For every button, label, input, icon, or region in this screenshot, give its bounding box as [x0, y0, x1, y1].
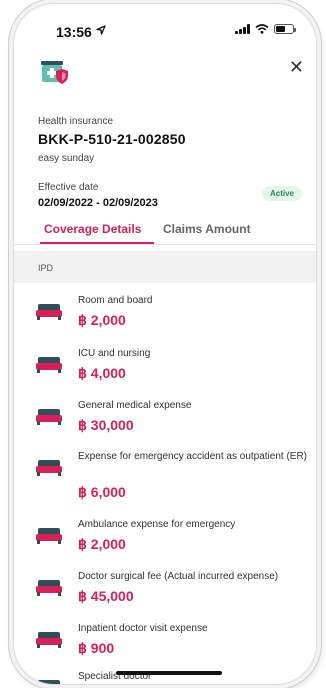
status-time: 13:56: [56, 24, 92, 40]
section-label: IPD: [38, 263, 54, 273]
hospital-bed-icon: [36, 460, 62, 476]
policy-number: BKK-P-510-21-002850: [38, 131, 186, 147]
coverage-amount: ฿ 30,000: [78, 417, 134, 433]
status-indicators: [235, 24, 296, 34]
effective-date-label: Effective date: [38, 182, 99, 193]
close-icon[interactable]: ✕: [289, 58, 304, 76]
effective-dates: 02/09/2022 - 02/09/2023: [38, 197, 158, 209]
location-arrow-icon: [96, 25, 106, 35]
tab-coverage-details[interactable]: Coverage Details: [44, 222, 141, 236]
phone-frame: 13:56 ✕ Health insurance BKK-P-510-21-00…: [14, 4, 316, 684]
coverage-title: ICU and nursing: [78, 348, 151, 359]
coverage-title: Expense for emergency accident as outpat…: [78, 451, 308, 462]
coverage-title: Ambulance expense for emergency: [78, 519, 236, 530]
hospital-bed-icon: [36, 409, 62, 425]
status-badge: Active: [261, 186, 302, 201]
status-bar: 13:56: [14, 4, 316, 48]
coverage-amount: ฿ 2,000: [78, 312, 126, 328]
coverage-amount: ฿ 4,000: [78, 365, 126, 381]
hospital-bed-icon: [38, 680, 60, 684]
hospital-bed-icon: [36, 304, 62, 320]
wifi-icon: [255, 24, 269, 34]
battery-icon: [274, 24, 296, 34]
hospital-bed-icon: [36, 528, 62, 544]
coverage-title: Inpatient doctor visit expense: [78, 623, 208, 634]
tab-divider: [14, 244, 316, 245]
policy-type-label: Health insurance: [38, 116, 114, 127]
plan-name: easy sunday: [38, 153, 95, 164]
home-indicator: [116, 671, 222, 675]
section-header: IPD: [14, 251, 316, 283]
hospital-bed-icon: [36, 357, 62, 373]
coverage-amount: ฿ 6,000: [78, 484, 126, 500]
coverage-amount: ฿ 2,000: [78, 536, 126, 552]
hospital-bed-icon: [36, 580, 62, 596]
coverage-amount: ฿ 900: [78, 640, 115, 656]
coverage-title: General medical expense: [78, 400, 192, 411]
tab-bar: Coverage Details Claims Amount: [14, 212, 316, 245]
tab-claims-amount[interactable]: Claims Amount: [163, 222, 251, 236]
coverage-title: Doctor surgical fee (Actual incurred exp…: [78, 571, 279, 582]
medical-box-shield-icon: [41, 61, 68, 84]
coverage-amount: ฿ 45,000: [78, 588, 134, 604]
coverage-title: Room and board: [78, 295, 153, 306]
signal-icon: [235, 24, 250, 34]
hospital-bed-icon: [36, 632, 62, 648]
